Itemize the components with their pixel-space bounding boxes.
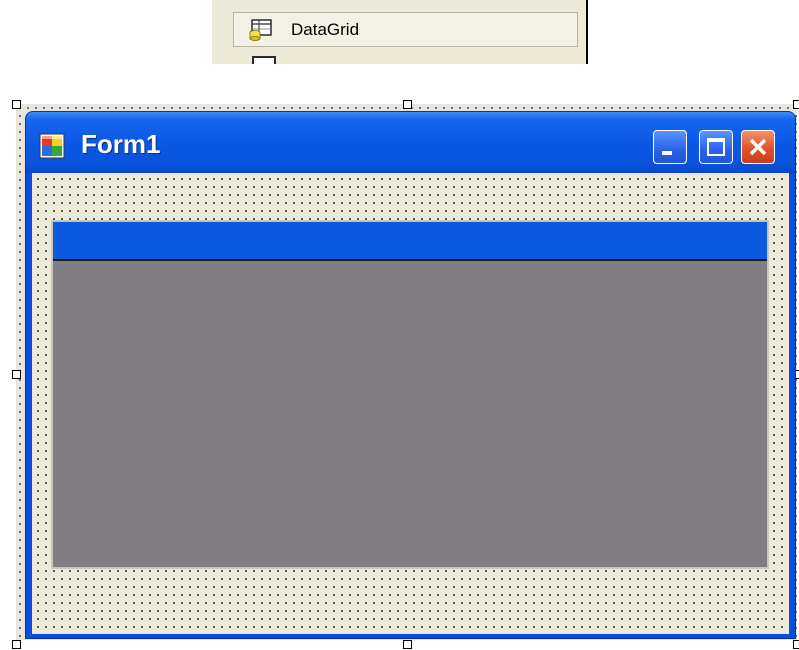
control-icon[interactable] <box>252 56 276 64</box>
resize-handle-middle-left[interactable] <box>12 370 21 379</box>
form-window[interactable]: Form1 <box>25 111 796 639</box>
datagrid-control[interactable] <box>51 220 769 569</box>
resize-handle-top-left[interactable] <box>12 100 21 109</box>
toolbox-panel: DataGrid <box>212 0 588 64</box>
minimize-icon <box>662 151 672 155</box>
datagrid-caption[interactable] <box>53 222 767 261</box>
form-client-area[interactable] <box>32 173 789 634</box>
maximize-button[interactable] <box>699 130 733 164</box>
resize-handle-bottom-right[interactable] <box>793 640 799 649</box>
resize-handle-top-right[interactable] <box>793 100 799 109</box>
toolbox-item-label: DataGrid <box>291 20 360 39</box>
close-icon <box>749 138 767 156</box>
close-button[interactable] <box>741 130 775 164</box>
form-app-icon <box>39 133 65 159</box>
resize-handle-bottom-left[interactable] <box>12 640 21 649</box>
minimize-button[interactable] <box>653 130 687 164</box>
form-titlebar[interactable]: Form1 <box>26 112 795 173</box>
form-title: Form1 <box>81 129 161 159</box>
toolbox-border <box>586 0 588 64</box>
resize-handle-bottom-center[interactable] <box>403 640 412 649</box>
maximize-icon <box>707 138 725 156</box>
datagrid-icon <box>249 19 272 41</box>
toolbox-item-datagrid[interactable]: DataGrid <box>233 12 578 47</box>
resize-handle-top-center[interactable] <box>403 100 412 109</box>
